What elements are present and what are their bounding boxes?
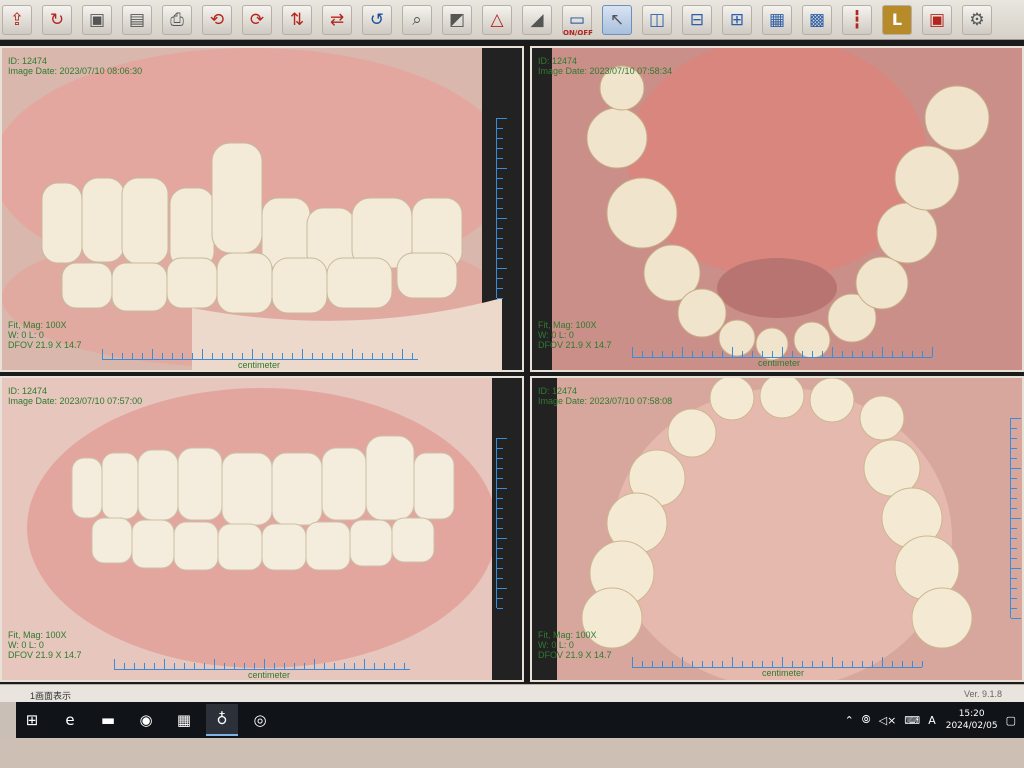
contrast-icon[interactable]: ◢	[522, 4, 552, 35]
onoff-label: ON/OFF	[563, 28, 593, 37]
network-icon[interactable]: ⦾	[862, 713, 871, 727]
volume-muted-icon[interactable]: ◁×	[879, 714, 897, 727]
ruler-unit-label: centimeter	[758, 358, 801, 368]
onoff-icon[interactable]: ▭ ON/OFF	[562, 4, 593, 37]
keyboard-icon[interactable]: ⌨	[904, 714, 920, 727]
flip-horizontal-icon[interactable]: ⇄	[322, 4, 352, 35]
chevron-up-icon[interactable]: ⌃	[845, 714, 854, 727]
layout-2col-icon[interactable]: ◫	[642, 4, 672, 35]
image-info-bottom: Fit, Mag: 100X W: 0 L: 0 DFOV 21.9 X 14.…	[8, 630, 82, 660]
window-level: W: 0 L: 0	[538, 640, 574, 650]
image-info-top: ID: 12474 Image Date: 2023/07/10 07:58:3…	[538, 56, 672, 76]
vertical-scale-ruler	[496, 438, 507, 609]
horizontal-scale-ruler	[114, 659, 410, 670]
camera-app-icon[interactable]: ◎	[244, 704, 276, 736]
print-icon[interactable]: ⎙	[162, 4, 192, 35]
layout-4grid-icon[interactable]: ⊞	[722, 4, 752, 35]
image-panel-right-lateral[interactable]: ID: 12474 Image Date: 2023/07/10 08:06:3…	[0, 46, 524, 372]
ruler-unit-label: centimeter	[238, 360, 281, 370]
photo-app-icon[interactable]: ▦	[168, 704, 200, 736]
main-toolbar: ⇪ ↻ ▣ ▤ ⎙ ⟲ ⟳ ⇅ ⇄ ↺ ⌕ ◩ △ ◢ ▭ ON/OFF ↖ ◫ ⊟ ⊞ ▦ ▩ ┇ L ▣ ⚙	[0, 0, 1024, 40]
version-label: Ver. 9.1.8	[963, 689, 1002, 699]
measure-icon[interactable]: △	[482, 4, 512, 35]
windows-taskbar: ⊞ e ▬ ◉ ▦ ♁ ◎ ⌃ ⦾ ◁× ⌨ A 15:20 2024/02/05 ▢	[16, 702, 1024, 738]
ruler-icon[interactable]: ┇	[842, 4, 872, 35]
rotate-left-icon[interactable]: ⟲	[202, 4, 232, 35]
image-info-top: ID: 12474 Image Date: 2023/07/10 07:57:0…	[8, 386, 142, 406]
tooth-app-icon[interactable]: ♁	[206, 704, 238, 736]
patient-id: ID: 12474	[8, 386, 48, 396]
image-info-bottom: Fit, Mag: 100X W: 0 L: 0 DFOV 21.9 X 14.…	[538, 320, 612, 350]
patient-id: ID: 12474	[538, 56, 578, 66]
image-info-bottom: Fit, Mag: 100X W: 0 L: 0 DFOV 21.9 X 14.…	[8, 320, 82, 350]
clock-date: 2024/02/05	[945, 721, 998, 731]
zoom-icon[interactable]: ⌕	[402, 4, 432, 35]
image-panel-frontal[interactable]: ID: 12474 Image Date: 2023/07/10 07:57:0…	[0, 376, 524, 682]
image-date: Image Date: 2023/07/10 08:06:30	[8, 66, 143, 76]
dfov: DFOV 21.9 X 14.7	[8, 340, 82, 350]
dfov: DFOV 21.9 X 14.7	[538, 650, 612, 660]
import-icon[interactable]: ↻	[42, 4, 72, 35]
horizontal-scale-ruler	[632, 657, 923, 668]
lab-l-icon[interactable]: L	[882, 4, 912, 35]
status-bar: 1画面表示 Ver. 9.1.8	[0, 684, 1024, 702]
notification-icon[interactable]: ▢	[1006, 714, 1016, 727]
image-info-top: ID: 12474 Image Date: 2023/07/10 07:58:0…	[538, 386, 672, 406]
open-icon[interactable]: ⇪	[2, 4, 32, 35]
book-icon[interactable]: ▣	[922, 4, 952, 35]
window-level: W: 0 L: 0	[538, 330, 574, 340]
dfov: DFOV 21.9 X 14.7	[8, 650, 82, 660]
edge-browser-icon[interactable]: e	[54, 704, 86, 736]
ime-indicator[interactable]: A	[928, 714, 936, 727]
flip-vertical-icon[interactable]: ⇅	[282, 4, 312, 35]
horizontal-scale-ruler	[632, 347, 933, 358]
layout-2row-icon[interactable]: ⊟	[682, 4, 712, 35]
image-info-bottom: Fit, Mag: 100X W: 0 L: 0 DFOV 21.9 X 14.…	[538, 630, 612, 660]
magnification: Fit, Mag: 100X	[8, 630, 67, 640]
layout-6grid-icon[interactable]: ▦	[762, 4, 792, 35]
clock[interactable]: 15:20 2024/02/05	[946, 708, 998, 732]
image-date: Image Date: 2023/07/10 07:57:00	[8, 396, 143, 406]
undo-icon[interactable]: ↺	[362, 4, 392, 35]
clock-time: 15:20	[958, 709, 985, 719]
magnification: Fit, Mag: 100X	[538, 630, 597, 640]
image-date: Image Date: 2023/07/10 07:58:08	[538, 396, 673, 406]
dfov: DFOV 21.9 X 14.7	[538, 340, 612, 350]
image-panel-upper-occlusal[interactable]: ID: 12474 Image Date: 2023/07/10 07:58:0…	[530, 376, 1024, 682]
layout-9grid-icon[interactable]: ▩	[802, 4, 832, 35]
windows-start-icon[interactable]: ⊞	[16, 704, 48, 736]
patient-id: ID: 12474	[538, 386, 578, 396]
system-tray: ⌃ ⦾ ◁× ⌨ A 15:20 2024/02/05 ▢	[837, 702, 1016, 738]
screen: ⇪ ↻ ▣ ▤ ⎙ ⟲ ⟳ ⇅ ⇄ ↺ ⌕ ◩ △ ◢ ▭ ON/OFF ↖ ◫ ⊟ ⊞ ▦ ▩ ┇ L ▣ ⚙	[0, 0, 1024, 768]
ruler-unit-label: centimeter	[762, 668, 805, 678]
display-mode-label: 1画面表示	[30, 691, 72, 701]
vertical-scale-ruler	[496, 118, 507, 299]
window-level: W: 0 L: 0	[8, 330, 44, 340]
horizontal-scale-ruler	[102, 349, 418, 360]
crop-icon[interactable]: ◩	[442, 4, 472, 35]
dental-app-icon[interactable]: ◉	[130, 704, 162, 736]
save-icon[interactable]: ▣	[82, 4, 112, 35]
window-level: W: 0 L: 0	[8, 640, 44, 650]
pointer-icon[interactable]: ↖	[602, 4, 632, 35]
magnification: Fit, Mag: 100X	[8, 320, 67, 330]
ruler-unit-label: centimeter	[248, 670, 291, 680]
save-as-icon[interactable]: ▤	[122, 4, 152, 35]
image-info-top: ID: 12474 Image Date: 2023/07/10 08:06:3…	[8, 56, 142, 76]
settings-gear-icon[interactable]: ⚙	[962, 4, 992, 35]
file-explorer-icon[interactable]: ▬	[92, 704, 124, 736]
patient-id: ID: 12474	[8, 56, 48, 66]
image-viewer: ID: 12474 Image Date: 2023/07/10 08:06:3…	[0, 40, 1024, 684]
rotate-right-icon[interactable]: ⟳	[242, 4, 272, 35]
vertical-scale-ruler	[1010, 418, 1021, 619]
image-date: Image Date: 2023/07/10 07:58:34	[538, 66, 673, 76]
image-panel-lower-occlusal[interactable]: ID: 12474 Image Date: 2023/07/10 07:58:3…	[530, 46, 1024, 372]
magnification: Fit, Mag: 100X	[538, 320, 597, 330]
monitor-bezel	[0, 738, 1024, 768]
